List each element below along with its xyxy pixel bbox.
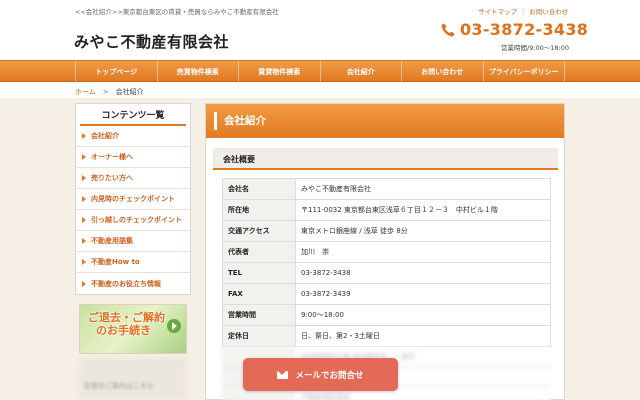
phone-icon xyxy=(440,22,456,38)
nav-rent-search[interactable]: 賃貸物件検索 xyxy=(239,61,321,82)
row-key: 代表者 xyxy=(222,241,296,263)
sidebar-item-label: 不動産のお役立ち情報 xyxy=(91,279,161,288)
vacancy-banner[interactable] xyxy=(79,358,187,400)
sidebar-item-label: 内見時のチェックポイント xyxy=(91,195,175,203)
arrow-right-icon xyxy=(167,319,181,333)
nav-contact[interactable]: お問い合わせ xyxy=(402,61,484,82)
row-value: 〒111-0032 東京都台東区浅草６丁目１２－３ 中村ビル１階 xyxy=(295,199,551,221)
breadcrumb-current: 会社紹介 xyxy=(115,88,144,96)
site-header: <<会社紹介>>東京都台東区の賃貸・売買ならみやこ不動産有限会社 みやこ不動産有… xyxy=(0,0,640,60)
row-key: TEL xyxy=(222,262,296,284)
table-row: 交通アクセス 東京メトロ銀座線 / 浅草 徒歩 8分 xyxy=(222,220,551,242)
row-key: 営業時間 xyxy=(222,304,296,326)
table-row: 所在地 〒111-0032 東京都台東区浅草６丁目１２－３ 中村ビル１階 xyxy=(222,199,551,221)
section-title: 会社概要 xyxy=(223,155,255,164)
heading-accent-bar xyxy=(214,112,217,130)
nav-sale-search[interactable]: 売買物件検索 xyxy=(158,61,239,82)
row-key: FAX xyxy=(222,283,296,305)
row-key: 所在地 xyxy=(222,199,296,221)
sidebar-title: コンテンツ一覧 xyxy=(80,104,186,126)
page-title: 会社紹介 xyxy=(224,115,266,127)
chevron-right-icon xyxy=(82,154,86,160)
sidebar-item-label: オーナー様へ xyxy=(91,153,133,161)
row-key: 会社名 xyxy=(222,178,296,200)
sidebar-item-label: 売りたい方へ xyxy=(91,174,133,182)
site-logo[interactable]: みやこ不動産有限会社 xyxy=(74,31,229,52)
mail-icon xyxy=(277,370,289,379)
sidebar-item-glossary[interactable]: 不動産用語集 xyxy=(76,231,190,252)
row-value: 日、祭日、第2・3土曜日 xyxy=(295,325,551,347)
banner-line-2: のお手続き xyxy=(96,324,151,337)
sidebar-item-viewing-checkpoints[interactable]: 内見時のチェックポイント xyxy=(76,189,190,210)
sidebar-item-useful-info[interactable]: 不動産のお役立ち情報 xyxy=(76,273,190,294)
phone-number: 03-3872-3438 xyxy=(460,20,589,39)
move-out-banner[interactable]: ご退去・ご解約 のお手続き xyxy=(79,304,187,354)
sidebar: コンテンツ一覧 会社紹介 オーナー様へ 売りたい方へ 内見時のチェックポイント … xyxy=(75,103,191,295)
phone-block[interactable]: 03-3872-3438 xyxy=(440,20,588,39)
page-heading: 会社紹介 xyxy=(206,104,564,138)
sidebar-item-howto[interactable]: 不動産How to xyxy=(76,252,190,273)
breadcrumb: ホーム > 会社紹介 xyxy=(75,87,144,97)
row-value: 03-3872-3439 xyxy=(295,283,551,305)
contact-link[interactable]: お問い合わせ xyxy=(529,6,568,16)
table-row: TEL 03-3872-3438 xyxy=(222,262,551,284)
chevron-right-icon xyxy=(82,280,86,287)
banner-line-1: ご退去・ご解約 xyxy=(88,311,165,324)
mail-contact-button[interactable]: メールでお問合せ xyxy=(243,358,398,391)
sidebar-item-label: 会社紹介 xyxy=(91,132,119,140)
row-key: 定休日 xyxy=(222,325,296,347)
main-panel: 会社紹介 会社概要 会社名 みやこ不動産有限会社 所在地 〒111-0032 東京都… xyxy=(205,103,565,400)
row-value: 加川 崇 xyxy=(295,241,551,263)
banner-text: ご退去・ご解約 のお手続き xyxy=(88,311,165,337)
table-row: 代表者 加川 崇 xyxy=(222,241,551,263)
breadcrumb-separator: > xyxy=(102,88,109,96)
sidebar-item-moving-checkpoints[interactable]: 引っ越しのチェックポイント xyxy=(76,210,190,231)
nav-company[interactable]: 会社紹介 xyxy=(321,61,402,82)
chevron-right-icon xyxy=(82,259,86,265)
row-value: みやこ不動産有限会社 xyxy=(295,178,551,200)
section-heading: 会社概要 xyxy=(213,148,558,170)
table-row: 会社名 みやこ不動産有限会社 xyxy=(222,178,551,200)
table-row: 営業時間 9:00〜18:00 xyxy=(222,304,551,326)
link-divider: | xyxy=(522,7,525,15)
chevron-right-icon xyxy=(82,238,86,244)
sidebar-item-company[interactable]: 会社紹介 xyxy=(76,126,190,147)
sidebar-item-label: 不動産用語集 xyxy=(91,237,133,245)
top-links: サイトマップ | お問い合わせ xyxy=(478,6,568,16)
global-nav: トップページ 売買物件検索 賃貸物件検索 会社紹介 お問い合わせ プライバシーポ… xyxy=(0,60,640,82)
table-row: FAX 03-3872-3439 xyxy=(222,283,551,305)
row-key: 交通アクセス xyxy=(222,220,296,242)
vacancy-banner-text: 空室のご案内はこちら xyxy=(84,382,154,390)
chevron-right-icon xyxy=(82,133,86,139)
sidebar-item-owner[interactable]: オーナー様へ xyxy=(76,147,190,168)
chevron-right-icon xyxy=(82,196,86,202)
row-value: 9:00〜18:00 xyxy=(295,304,551,326)
mail-contact-label: メールでお問合せ xyxy=(295,370,364,381)
row-value: 東京メトロ銀座線 / 浅草 徒歩 8分 xyxy=(295,220,551,242)
breadcrumb-home[interactable]: ホーム xyxy=(75,87,96,97)
sitemap-link[interactable]: サイトマップ xyxy=(478,6,517,16)
nav-top[interactable]: トップページ xyxy=(75,61,158,82)
nav-privacy[interactable]: プライバシーポリシー xyxy=(484,61,565,82)
table-row: 定休日 日、祭日、第2・3土曜日 xyxy=(222,325,551,347)
row-value: 03-3872-3438 xyxy=(295,262,551,284)
company-info-table: 会社名 みやこ不動産有限会社 所在地 〒111-0032 東京都台東区浅草６丁目１２… xyxy=(222,178,551,347)
chevron-right-icon xyxy=(82,175,86,181)
site-tagline: <<会社紹介>>東京都台東区の賃貸・売買ならみやこ不動産有限会社 xyxy=(75,8,279,16)
chevron-right-icon xyxy=(82,217,86,223)
sidebar-item-label: 不動産How to xyxy=(91,258,140,266)
sidebar-item-label: 引っ越しのチェックポイント xyxy=(91,216,182,224)
sidebar-item-sell[interactable]: 売りたい方へ xyxy=(76,168,190,189)
business-hours: 営業時間/9:00〜18:00 xyxy=(501,44,570,52)
